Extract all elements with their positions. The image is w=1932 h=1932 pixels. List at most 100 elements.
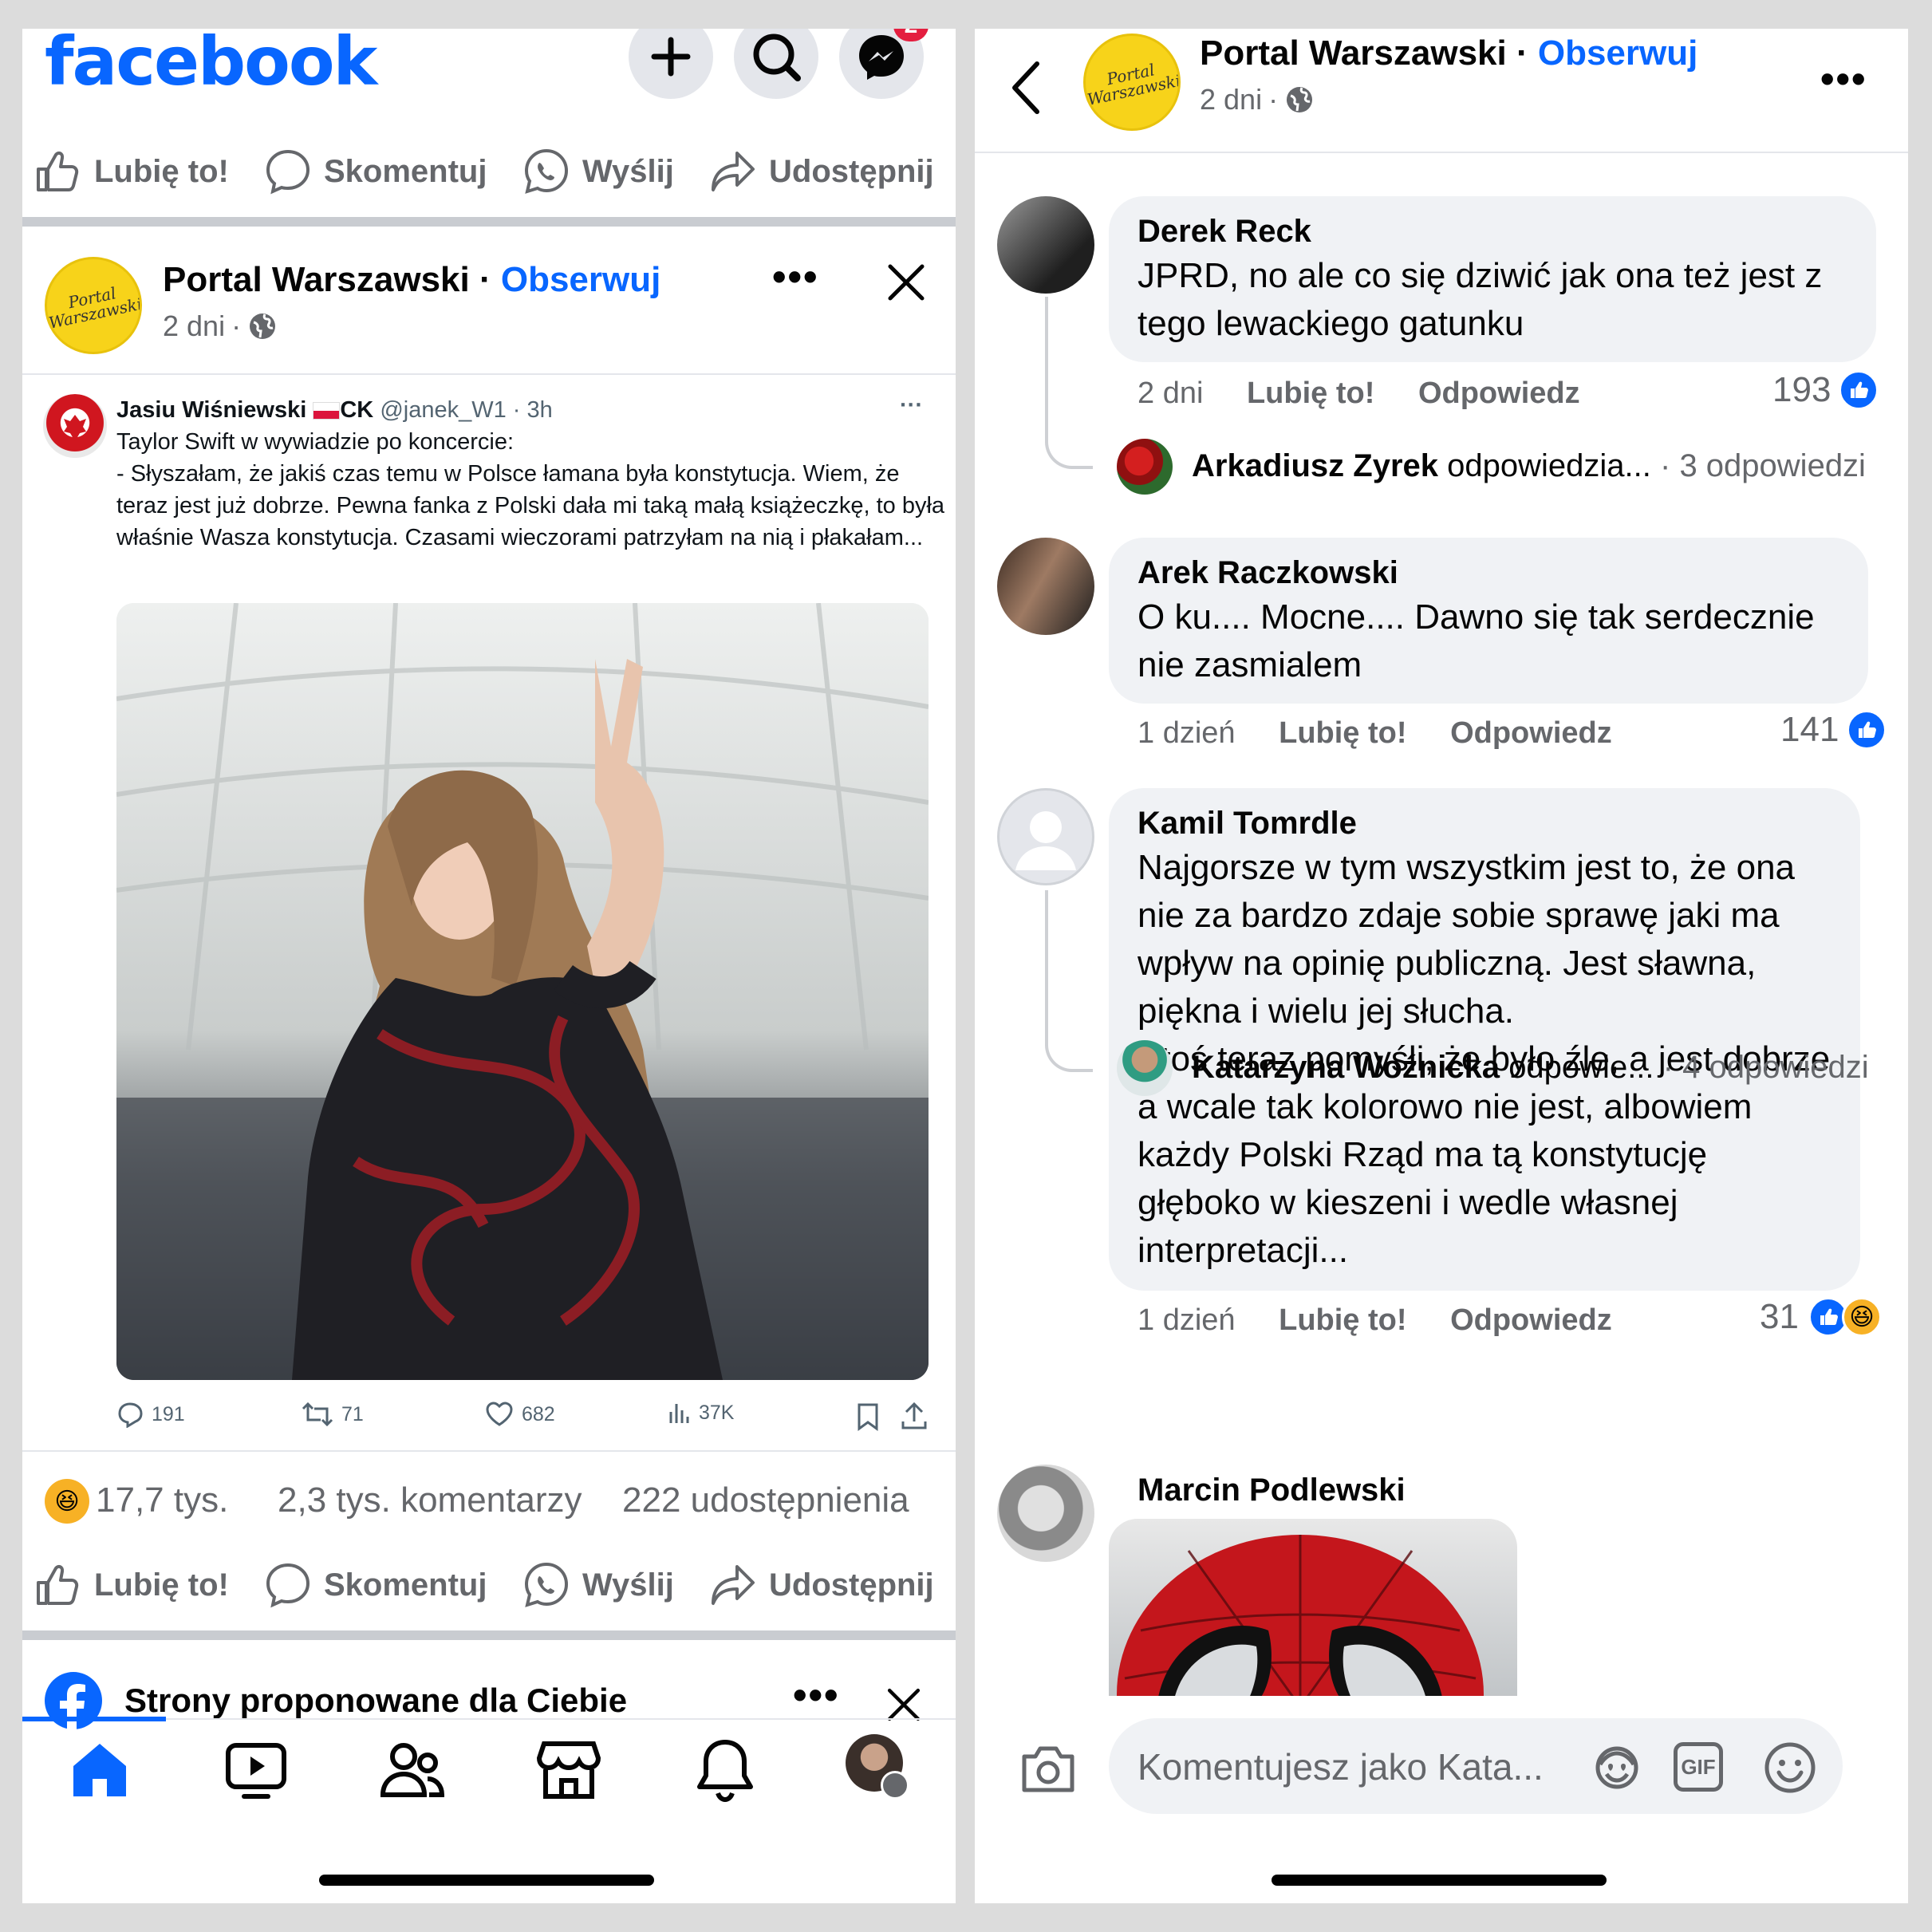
- messenger-button[interactable]: 2: [839, 29, 929, 99]
- reactions-count[interactable]: 17,7 tys.: [96, 1481, 228, 1520]
- header-meta: 2 dni ·: [1200, 83, 1315, 116]
- video-icon[interactable]: [220, 1734, 292, 1806]
- comment-reply-link[interactable]: Odpowiedz: [1418, 377, 1580, 410]
- send-whatsapp-button[interactable]: Wyślij: [522, 1560, 674, 1610]
- commenter-name[interactable]: Derek Reck: [1138, 214, 1311, 250]
- commenter-avatar[interactable]: [997, 538, 1094, 635]
- comment-input[interactable]: Komentujesz jako Kata... GIF: [1109, 1718, 1843, 1814]
- reply-author-avatar[interactable]: [1117, 1040, 1173, 1096]
- follow-link[interactable]: Obserwuj: [1538, 34, 1698, 73]
- share-button[interactable]: Udostępnij: [708, 1560, 934, 1610]
- back-arrow-icon[interactable]: [1007, 56, 1047, 120]
- bookmark-icon: [858, 1403, 878, 1431]
- feed-screen: facebook 2 Lubię to! Skomentuj Wyślij Ud…: [22, 29, 956, 1903]
- create-button[interactable]: [629, 29, 713, 99]
- commenter-avatar[interactable]: [997, 196, 1094, 294]
- post-photo[interactable]: [116, 603, 929, 1380]
- camera-icon[interactable]: [1019, 1742, 1077, 1795]
- friends-icon[interactable]: [377, 1734, 448, 1806]
- divider: [22, 373, 956, 375]
- comment-bubble[interactable]: Kamil Tomrdle Najgorsze w tym wszystkim …: [1109, 788, 1860, 1291]
- page-avatar[interactable]: Portal Warszawski: [45, 257, 142, 354]
- commenter-avatar[interactable]: [997, 1465, 1094, 1562]
- concert-photo: [116, 603, 929, 1380]
- thread-line: [1045, 297, 1093, 469]
- active-tab-indicator: [22, 1717, 166, 1721]
- comment-reactions[interactable]: 193: [1772, 370, 1879, 410]
- like-reaction-icon: [1847, 710, 1887, 750]
- comment-bubble[interactable]: Derek Reck JPRD, no ale co się dziwić ja…: [1109, 196, 1876, 362]
- whatsapp-icon: [524, 148, 569, 194]
- comment-bubble[interactable]: Arek Raczkowski O ku.... Mocne.... Dawno…: [1109, 538, 1868, 704]
- like-button[interactable]: Lubię to!: [34, 147, 229, 196]
- comment-reply-link[interactable]: Odpowiedz: [1450, 716, 1612, 750]
- home-indicator: [319, 1875, 654, 1886]
- comment-button[interactable]: Skomentuj: [263, 1560, 487, 1610]
- comment-reactions[interactable]: 31 😆: [1760, 1297, 1882, 1337]
- commenter-name[interactable]: Marcin Podlewski: [1138, 1473, 1406, 1508]
- comment-button[interactable]: Skomentuj: [263, 147, 487, 196]
- commenter-name[interactable]: Arek Raczkowski: [1138, 555, 1398, 591]
- plus-icon: [651, 37, 691, 77]
- comment-icon: [266, 1563, 310, 1608]
- share-icon: [712, 152, 755, 191]
- comment-like-link[interactable]: Lubię to!: [1279, 1303, 1406, 1337]
- emoji-icon[interactable]: [1763, 1741, 1817, 1795]
- comment-like-link[interactable]: Lubię to!: [1279, 716, 1406, 750]
- page-name-link[interactable]: Portal Warszawski: [163, 260, 470, 299]
- comment-reactions[interactable]: 141: [1780, 710, 1887, 750]
- page-name-link[interactable]: Portal Warszawski: [1200, 34, 1507, 73]
- haha-reaction-icon: 😆: [1841, 1297, 1882, 1337]
- comment-text: O ku.... Mocne.... Dawno się tak serdecz…: [1138, 597, 1815, 684]
- divider: [22, 1630, 956, 1640]
- globe-icon: [1287, 87, 1313, 112]
- marketplace-icon[interactable]: [533, 1734, 605, 1806]
- commenter-name[interactable]: Kamil Tomrdle: [1138, 806, 1357, 842]
- share-button[interactable]: Udostępnij: [708, 147, 934, 196]
- comment-like-link[interactable]: Lubię to!: [1247, 377, 1374, 410]
- replies-preview[interactable]: Katarzyna Woźnicka odpowie... · 4 odpowi…: [1192, 1050, 1869, 1086]
- thumbs-up-icon: [37, 151, 79, 191]
- bell-icon[interactable]: [689, 1734, 761, 1806]
- globe-icon: [250, 313, 276, 339]
- suggested-more-button[interactable]: •••: [793, 1672, 840, 1718]
- comment-image[interactable]: [1109, 1519, 1517, 1707]
- whatsapp-icon: [524, 1562, 569, 1607]
- reply-author-avatar[interactable]: [1117, 439, 1173, 495]
- post-more-button[interactable]: •••: [772, 254, 819, 300]
- comment-reply-link[interactable]: Odpowiedz: [1450, 1303, 1612, 1337]
- commenter-avatar-placeholder[interactable]: [997, 788, 1094, 885]
- menu-icon[interactable]: [881, 1771, 909, 1800]
- tweet-views: 37K: [667, 1401, 734, 1425]
- upload-icon: [901, 1402, 927, 1429]
- tweet-author-line: Jasiu Wiśniewski CK @janek_W1 · 3h: [116, 397, 553, 423]
- facebook-logo[interactable]: facebook: [45, 29, 377, 101]
- like-button[interactable]: Lubię to!: [34, 1560, 229, 1610]
- gif-button[interactable]: GIF: [1674, 1742, 1723, 1792]
- spiderman-mask-image: [1117, 1535, 1484, 1707]
- follow-link[interactable]: Obserwuj: [501, 260, 661, 299]
- comment-text: JPRD, no ale co się dziwić jak ona też j…: [1138, 256, 1823, 343]
- haha-reaction-icon: 😆: [45, 1479, 89, 1524]
- home-icon[interactable]: [64, 1734, 136, 1806]
- send-whatsapp-button[interactable]: Wyślij: [522, 147, 674, 196]
- close-icon[interactable]: [884, 260, 929, 305]
- search-icon: [753, 34, 801, 81]
- share-icon: [712, 1565, 755, 1605]
- tweet-text: Taylor Swift w wywiadzie po koncercie: -…: [116, 429, 945, 550]
- search-button[interactable]: [734, 29, 818, 99]
- header-more-button[interactable]: •••: [1820, 56, 1867, 102]
- page-avatar[interactable]: Portal Warszawski: [1083, 34, 1181, 131]
- comment-icon: [266, 149, 310, 195]
- avatar-sticker-icon[interactable]: [1589, 1742, 1645, 1792]
- poland-flag-icon: [313, 402, 341, 420]
- post-meta: 2 dni ·: [163, 310, 278, 343]
- comment-meta: 2 dni Lubię to! Odpowiedz: [1138, 377, 1580, 410]
- comments-count[interactable]: 2,3 tys. komentarzy: [278, 1481, 582, 1520]
- views-icon: [669, 1404, 689, 1423]
- shares-count[interactable]: 222 udostępnienia: [622, 1481, 909, 1520]
- default-user-icon: [1015, 811, 1076, 870]
- reply-icon: [118, 1402, 143, 1428]
- replies-preview[interactable]: Arkadiusz Zyrek odpowiedzia... · 3 odpow…: [1192, 448, 1866, 484]
- bottom-nav: [22, 1734, 956, 1846]
